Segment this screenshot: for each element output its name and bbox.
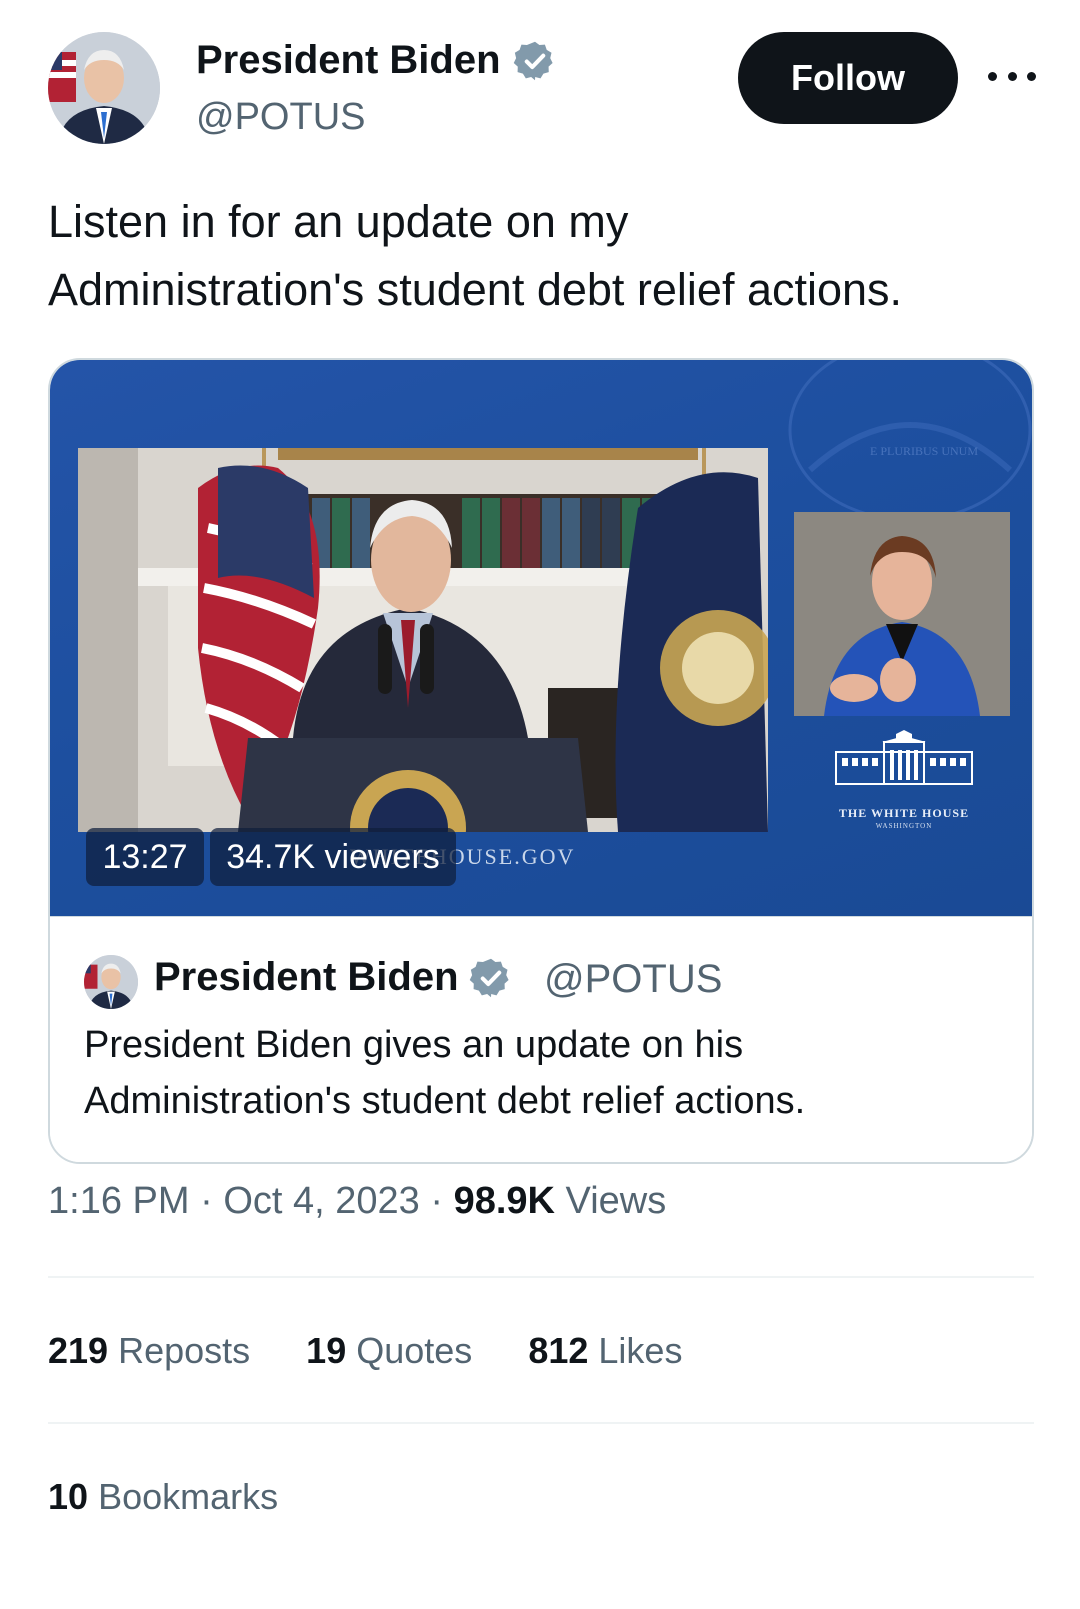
more-dot (1007, 71, 1017, 81)
verified-badge-icon (513, 41, 553, 80)
verified-badge-icon (469, 958, 509, 997)
views-count: 98.9K (453, 1180, 555, 1222)
bookmarks-stat[interactable]: 10 Bookmarks (48, 1476, 278, 1518)
white-house-logo-icon (835, 730, 973, 785)
reposts-label: Reposts (118, 1330, 251, 1371)
quoted-author-name[interactable]: President Biden (154, 955, 513, 1000)
quotes-label: Quotes (356, 1330, 473, 1371)
meta-separator: · (430, 1180, 454, 1222)
more-options-icon[interactable] (988, 56, 1036, 96)
sign-language-interpreter-frame (794, 512, 1010, 716)
quoted-author-avatar[interactable] (84, 955, 138, 1009)
white-house-subtitle: WASHINGTON (875, 822, 933, 830)
tweet-text: Listen in for an update on my Administra… (48, 196, 903, 315)
tweet-date[interactable]: Oct 4, 2023 (223, 1180, 419, 1222)
author-handle[interactable]: @POTUS (196, 96, 365, 139)
press-conference-video-frame (78, 448, 768, 832)
likes-count: 812 (528, 1330, 589, 1371)
quote-card[interactable]: E PLURIBUS UNUM THE WHITE HOUSE WASHINGT… (48, 358, 1034, 1164)
tweet-time[interactable]: 1:16 PM (48, 1180, 190, 1222)
tweet-meta: 1:16 PM · Oct 4, 2023 · 98.9K Views (48, 1180, 666, 1223)
quoted-author-handle[interactable]: @POTUS (544, 957, 722, 1002)
author-avatar[interactable] (48, 32, 160, 144)
quotes-count: 19 (306, 1330, 347, 1371)
likes-label: Likes (598, 1330, 683, 1371)
more-dot (988, 71, 997, 81)
video-player[interactable]: E PLURIBUS UNUM THE WHITE HOUSE WASHINGT… (50, 360, 1032, 916)
white-house-title: THE WHITE HOUSE (838, 806, 970, 820)
quoted-author-name-text[interactable]: President Biden (154, 955, 459, 1000)
live-viewers-badge: 34.7K viewers (210, 828, 456, 886)
reposts-count: 219 (48, 1330, 109, 1371)
divider (48, 1422, 1034, 1424)
views-label: Views (565, 1180, 667, 1222)
bookmarks-count: 10 (48, 1476, 89, 1517)
follow-button[interactable]: Follow (738, 32, 958, 124)
reposts-stat[interactable]: 219 Reposts (48, 1330, 250, 1372)
more-dot (1027, 71, 1036, 81)
svg-text:E PLURIBUS UNUM: E PLURIBUS UNUM (870, 444, 978, 458)
bookmarks-label: Bookmarks (98, 1476, 279, 1517)
video-duration-badge: 13:27 (86, 828, 204, 886)
engagement-stats: 219 Reposts 19 Quotes 812 Likes (48, 1330, 738, 1372)
divider (48, 1276, 1034, 1278)
meta-separator: · (200, 1180, 224, 1222)
quotes-stat[interactable]: 19 Quotes (306, 1330, 472, 1372)
author-name[interactable]: President Biden (196, 38, 557, 83)
author-name-text[interactable]: President Biden (196, 38, 501, 83)
likes-stat[interactable]: 812 Likes (528, 1330, 682, 1372)
quoted-tweet-text: President Biden gives an update on his A… (84, 1024, 806, 1122)
quoted-tweet[interactable]: President Biden @POTUS President Biden g… (50, 916, 1032, 1162)
